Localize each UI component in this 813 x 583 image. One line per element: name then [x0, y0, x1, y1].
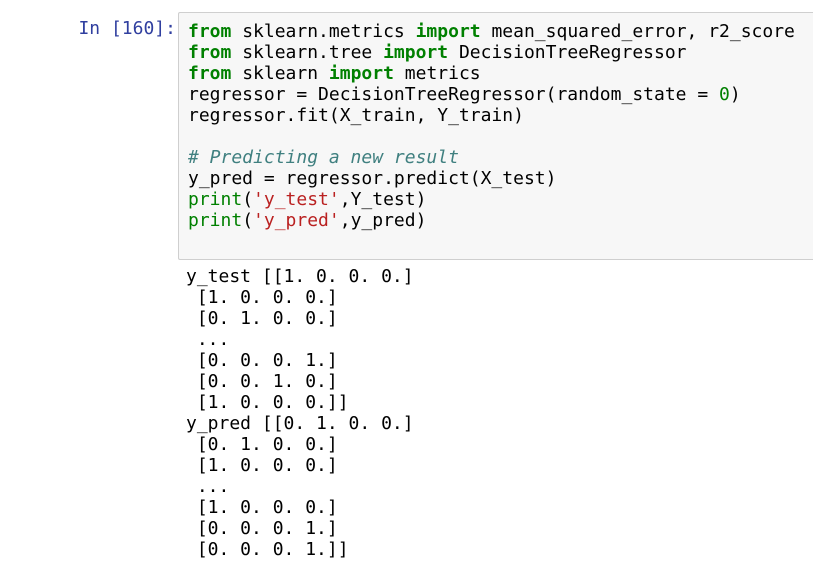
output-line: [0. 0. 0. 1.]: [186, 350, 338, 371]
keyword-import: import: [415, 21, 481, 42]
code-line-2: from sklearn.tree import DecisionTreeReg…: [188, 42, 687, 63]
output-line: [1. 0. 0. 0.]: [186, 497, 338, 518]
code-cell-output: y_test [[1. 0. 0. 0.] [1. 0. 0. 0.] [0. …: [186, 266, 806, 566]
output-line: [0. 1. 0. 0.]: [186, 308, 338, 329]
output-line: [1. 0. 0. 0.]: [186, 287, 338, 308]
number-literal: 0: [719, 84, 730, 105]
output-line: [0. 0. 0. 1.]]: [186, 539, 349, 560]
string-literal: 'y_pred': [253, 210, 340, 231]
closing-paren: ): [729, 84, 741, 105]
input-prompt: In [160]:: [78, 18, 176, 39]
builtin-print: print: [188, 210, 243, 231]
code-line-10: print('y_pred',y_pred): [188, 210, 426, 231]
code-editor[interactable]: from sklearn.metrics import mean_squared…: [188, 21, 795, 231]
code-line-4: regressor = DecisionTreeRegressor(random…: [188, 84, 741, 105]
code-line-8: y_pred = regressor.predict(X_test): [188, 168, 557, 189]
keyword-import: import: [328, 63, 394, 84]
keyword-from: from: [188, 63, 232, 84]
code-line-3: from sklearn import metrics: [188, 63, 481, 84]
import-names: metrics: [393, 63, 481, 84]
code-line-1: from sklearn.metrics import mean_squared…: [188, 21, 795, 42]
open-paren: (: [242, 210, 254, 231]
output-line: ...: [186, 476, 230, 497]
output-line: y_test [[1. 0. 0. 0.]: [186, 266, 414, 287]
builtin-print: print: [188, 189, 243, 210]
open-paren: (: [242, 189, 254, 210]
output-line: [0. 0. 0. 1.]: [186, 518, 338, 539]
module-name: sklearn.metrics: [231, 21, 416, 42]
keyword-from: from: [188, 42, 232, 63]
import-names: DecisionTreeRegressor: [448, 42, 687, 63]
code-cell-input[interactable]: from sklearn.metrics import mean_squared…: [178, 12, 813, 260]
output-text: y_test [[1. 0. 0. 0.] [1. 0. 0. 0.] [0. …: [186, 266, 806, 560]
print-args: ,y_pred): [339, 210, 427, 231]
print-args: ,Y_test): [339, 189, 427, 210]
output-line: [0. 1. 0. 0.]: [186, 434, 338, 455]
output-line: [0. 0. 1. 0.]: [186, 371, 338, 392]
code-line-9: print('y_test',Y_test): [188, 189, 426, 210]
regressor-assignment: regressor = DecisionTreeRegressor(random…: [188, 84, 720, 105]
output-line: ...: [186, 329, 230, 350]
module-name: sklearn.tree: [231, 42, 384, 63]
keyword-import: import: [383, 42, 449, 63]
output-line: [1. 0. 0. 0.]]: [186, 392, 349, 413]
string-literal: 'y_test': [253, 189, 340, 210]
output-line: [1. 0. 0. 0.]: [186, 455, 338, 476]
import-names: mean_squared_error, r2_score: [480, 21, 795, 42]
output-line: y_pred [[0. 1. 0. 0.]: [186, 413, 414, 434]
code-comment: # Predicting a new result: [188, 147, 459, 168]
keyword-from: from: [188, 21, 232, 42]
code-line-5: regressor.fit(X_train, Y_train): [188, 105, 524, 126]
module-name: sklearn: [231, 63, 329, 84]
